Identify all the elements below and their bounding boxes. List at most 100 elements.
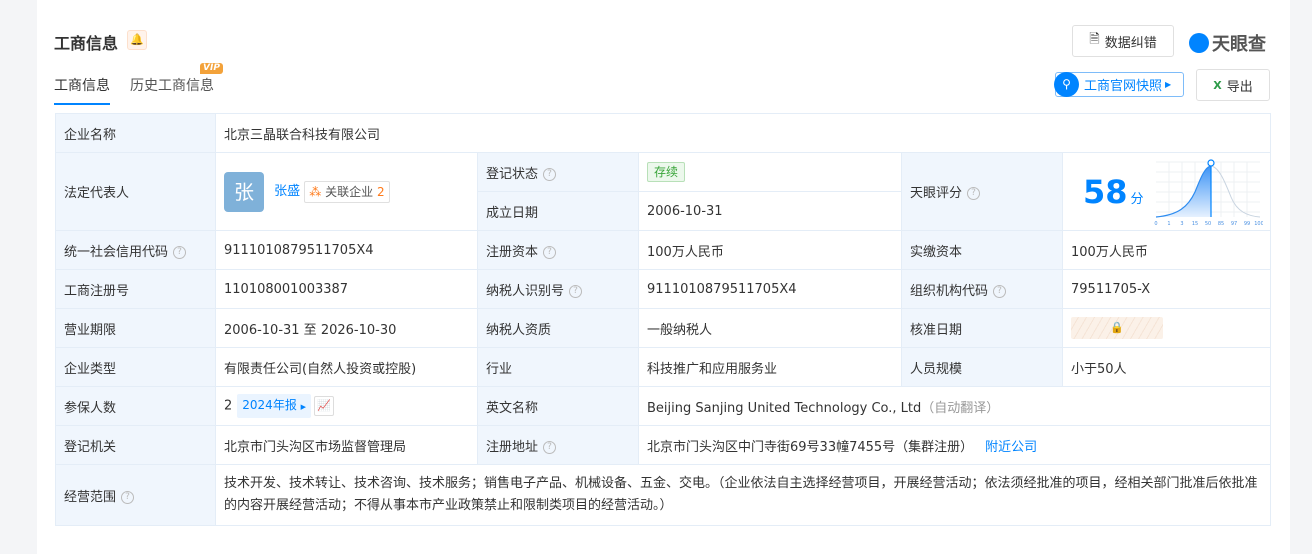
table-row: 统一社会信用代码? 9111010879511705X4 注册资本? 100万人… (55, 230, 1272, 270)
label-text: 统一社会信用代码 (64, 244, 169, 260)
correction-label: 数据纠错 (1104, 35, 1157, 51)
export-label: 导出 (1226, 79, 1253, 95)
help-icon[interactable]: ? (967, 187, 981, 200)
label: 行业 (477, 347, 639, 387)
tick-label: 100 (1254, 221, 1263, 227)
help-icon[interactable]: ? (121, 490, 135, 504)
english-name: Beijing Sanjing United Technology Co., L… (647, 400, 922, 416)
stamp-icon: ⚲ (1054, 72, 1079, 97)
tick-label: 0 (1154, 221, 1157, 227)
label-text: 经营范围 (64, 489, 117, 505)
insured-cell: 2 2024年报 ▶ 📈 (215, 386, 478, 426)
score-cell[interactable]: 58 分 0 1 3 15 50 85 97 99 100 (1061, 152, 1272, 231)
table-row: 企业类型 有限责任公司(自然人投资或控股) 行业 科技推广和应用服务业 人员规模… (55, 347, 1272, 387)
official-snapshot-button[interactable]: ⚲ 工商官网快照 ▶ (1054, 72, 1184, 97)
label: 登记机关 (55, 425, 216, 465)
tianyancha-logo: 天眼查 (1189, 30, 1266, 56)
business-info-table: 企业名称 北京三晶联合科技有限公司 法定代表人 张 张盛 ⁂ 关联企业 2 登记… (55, 113, 1272, 526)
logo-icon (1189, 33, 1209, 53)
business-term: 2006-10-31 至 2026-10-30 (215, 308, 478, 348)
help-icon[interactable]: ? (993, 284, 1007, 298)
related-count: 2 (376, 184, 385, 199)
export-button[interactable]: X 导出 (1196, 69, 1270, 101)
table-row: 参保人数 2 2024年报 ▶ 📈 英文名称 Beijing Sanjing Uni… (55, 386, 1272, 426)
report-label: 2024年报 (242, 398, 297, 412)
legal-rep-cell: 张 张盛 ⁂ 关联企业 2 (215, 152, 478, 231)
help-icon[interactable]: ? (543, 167, 557, 181)
label-text: 天眼评分 (910, 186, 963, 201)
tick-label: 97 (1231, 221, 1237, 227)
score-distribution-chart: 0 1 3 15 50 85 97 99 100 (1154, 158, 1263, 227)
score-value: 58 分 (1083, 173, 1153, 211)
label: 参保人数 (55, 386, 216, 426)
related-companies-button[interactable]: ⁂ 关联企业 2 (304, 180, 390, 203)
label-text: 注册资本 (486, 244, 539, 260)
table-row: 法定代表人 张 张盛 ⁂ 关联企业 2 登记状态? 存续 天眼评分? 58分 (55, 152, 1272, 231)
help-icon[interactable]: ? (543, 245, 557, 259)
label: 组织机构代码? (901, 269, 1063, 309)
label: 纳税人识别号? (477, 269, 639, 309)
help-icon[interactable]: ? (173, 245, 187, 259)
label: 法定代表人 (55, 152, 216, 231)
credit-code: 9111010879511705X4 (215, 230, 478, 270)
label-text: 组织机构代码 (910, 283, 989, 299)
help-icon[interactable]: ? (569, 284, 583, 298)
data-correction-button[interactable]: 🗎 数据纠错 (1072, 25, 1174, 57)
staff-size: 小于50人 (1061, 347, 1272, 387)
reg-status-cell: 存续 (638, 152, 902, 192)
founded-date: 2006-10-31 (638, 191, 902, 231)
annual-report-button[interactable]: 2024年报 ▶ (237, 394, 312, 418)
label: 纳税人资质 (477, 308, 639, 348)
tick-label: 50 (1205, 221, 1211, 227)
insured-count: 2 (224, 398, 233, 414)
vip-badge: VIP (200, 63, 223, 74)
network-icon: ⁂ (309, 184, 322, 199)
tick-label: 1 (1167, 221, 1170, 227)
excel-icon: X (1213, 78, 1222, 92)
label-text: 注册地址 (486, 439, 539, 455)
taxpayer-id: 9111010879511705X4 (638, 269, 902, 309)
trend-chart-icon[interactable]: 📈 (314, 396, 335, 416)
logo-text: 天眼查 (1212, 34, 1266, 55)
help-icon[interactable]: ? (543, 440, 557, 454)
auto-translate-note: （自动翻译） (921, 400, 1000, 416)
label: 实缴资本 (901, 230, 1063, 270)
taxpayer-type: 一般纳税人 (638, 308, 902, 348)
avatar: 张 (224, 171, 264, 212)
approval-date-cell: 🔒 (1061, 308, 1272, 348)
bell-icon[interactable]: 🔔 (127, 30, 147, 50)
table-row: 工商注册号 110108001003387 纳税人识别号? 9111010879… (55, 269, 1272, 309)
label: 营业期限 (55, 308, 216, 348)
label-text: 纳税人识别号 (486, 283, 565, 299)
nearby-companies-link[interactable]: 附近公司 (985, 440, 1037, 455)
label: 经营范围? (55, 464, 216, 526)
tick-label: 3 (1180, 221, 1183, 227)
label: 统一社会信用代码? (55, 230, 216, 270)
tick-label: 99 (1244, 221, 1250, 227)
score-unit: 分 (1130, 191, 1144, 207)
label-text: 登记状态 (486, 166, 539, 182)
tick-label: 15 (1192, 221, 1198, 227)
org-code: 79511705-X (1061, 269, 1272, 309)
tab-history-business-info[interactable]: 历史工商信息 (130, 75, 214, 95)
table-row: 登记机关 北京市门头沟区市场监督管理局 注册地址? 北京市门头沟区中门寺街69号… (55, 425, 1272, 465)
company-name: 北京三晶联合科技有限公司 (214, 113, 1272, 153)
label: 英文名称 (477, 386, 639, 426)
reg-capital: 100万人民币 (638, 230, 902, 270)
snapshot-label: 工商官网快照 (1084, 79, 1163, 94)
address: 北京市门头沟区中门寺街69号33幢7455号（集群注册） (647, 439, 974, 455)
status-badge: 存续 (647, 162, 686, 182)
section-title: 工商信息 (54, 34, 119, 53)
label: 天眼评分? (901, 152, 1063, 231)
table-row: 企业名称 北京三晶联合科技有限公司 (55, 113, 1272, 153)
related-label: 关联企业 (325, 184, 374, 199)
legal-rep-name-link[interactable]: 张盛 (274, 184, 300, 199)
document-icon: 🗎 (1089, 32, 1100, 47)
caret-right-icon: ▶ (1165, 80, 1172, 89)
lock-icon[interactable]: 🔒 (1071, 317, 1163, 339)
label: 工商注册号 (55, 269, 216, 309)
industry: 科技推广和应用服务业 (638, 347, 902, 387)
registration-authority: 北京市门头沟区市场监督管理局 (215, 425, 478, 465)
label: 成立日期 (477, 191, 639, 231)
tab-business-info[interactable]: 工商信息 (54, 75, 110, 105)
